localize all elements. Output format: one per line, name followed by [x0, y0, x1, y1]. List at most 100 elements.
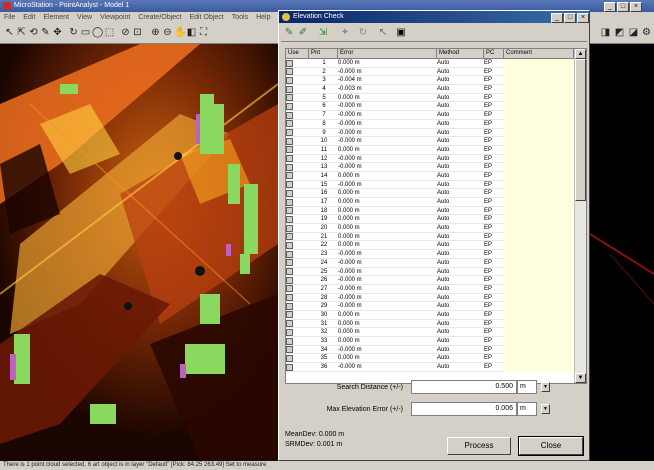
table-row[interactable]: 26 -0.000 m Auto EP [286, 276, 574, 285]
secondary-viewport[interactable] [590, 44, 654, 461]
process-button[interactable]: Process [447, 437, 511, 455]
table-row[interactable]: 3 -0.004 m Auto EP [286, 76, 574, 86]
comment-cell[interactable] [504, 180, 574, 190]
comment-cell[interactable] [504, 284, 574, 294]
use-checkbox[interactable] [286, 163, 293, 171]
menu-item[interactable]: Help [256, 14, 270, 21]
comment-cell[interactable] [504, 363, 574, 372]
comment-cell[interactable] [504, 241, 574, 251]
use-checkbox[interactable] [286, 155, 293, 163]
pan-icon[interactable]: ✋ [174, 27, 186, 38]
menu-item[interactable]: File [4, 14, 15, 21]
close-button[interactable]: Close [518, 436, 584, 456]
table-row[interactable]: 8 -0.000 m Auto EP [286, 119, 574, 129]
table-scrollbar[interactable]: ▲ ▼ [574, 49, 586, 383]
use-checkbox[interactable] [286, 129, 293, 136]
chevron-down-icon[interactable]: ▼ [541, 382, 550, 392]
dialog-titlebar[interactable]: Elevation Check _ □ × [279, 11, 589, 23]
point-cloud-viewport[interactable] [0, 44, 278, 461]
comment-cell[interactable] [504, 250, 574, 259]
table-row[interactable]: 29 -0.000 m Auto EP [286, 302, 574, 311]
table-row[interactable]: 31 0.000 m Auto EP [286, 319, 574, 329]
table-row[interactable]: 35 0.000 m Auto EP [286, 354, 574, 364]
comment-cell[interactable] [504, 293, 574, 303]
comment-cell[interactable] [504, 171, 574, 181]
comment-cell[interactable] [504, 111, 574, 120]
comment-cell[interactable] [504, 267, 574, 277]
table-row[interactable]: 30 0.000 m Auto EP [286, 310, 574, 320]
column-header-method[interactable]: Method [437, 49, 484, 58]
comment-cell[interactable] [504, 224, 574, 233]
table-row[interactable]: 6 -0.000 m Auto EP [286, 102, 574, 112]
circle-icon[interactable]: ◯ [92, 27, 103, 38]
use-checkbox[interactable] [286, 328, 293, 336]
use-checkbox[interactable] [286, 294, 293, 302]
comment-cell[interactable] [504, 76, 574, 86]
table-row[interactable]: 22 0.000 m Auto EP [286, 241, 574, 251]
table-row[interactable]: 15 -0.000 m Auto EP [286, 180, 574, 190]
use-checkbox[interactable] [286, 94, 293, 102]
use-checkbox[interactable] [286, 68, 293, 76]
use-checkbox[interactable] [286, 102, 293, 110]
use-checkbox[interactable] [286, 137, 293, 145]
zoom-out-icon[interactable]: ⊖ [162, 27, 173, 38]
comment-cell[interactable] [504, 128, 574, 138]
comment-cell[interactable] [504, 319, 574, 329]
table-row[interactable]: 4 -0.003 m Auto EP [286, 85, 574, 94]
table-row[interactable]: 33 0.000 m Auto EP [286, 337, 574, 346]
table-row[interactable]: 9 -0.000 m Auto EP [286, 128, 574, 138]
table-row[interactable]: 32 0.000 m Auto EP [286, 328, 574, 337]
pen-icon[interactable]: ✎ [40, 27, 51, 38]
table-row[interactable]: 21 0.000 m Auto EP [286, 232, 574, 242]
comment-cell[interactable] [504, 189, 574, 198]
move-icon[interactable]: ✥ [52, 27, 63, 38]
comment-cell[interactable] [504, 302, 574, 311]
comment-cell[interactable] [504, 85, 574, 94]
close-icon[interactable]: × [577, 13, 589, 23]
use-checkbox[interactable] [286, 120, 293, 128]
use-checkbox[interactable] [286, 181, 293, 189]
comment-cell[interactable] [504, 59, 574, 68]
comment-cell[interactable] [504, 345, 574, 355]
use-checkbox[interactable] [286, 311, 293, 319]
use-checkbox[interactable] [286, 198, 293, 206]
use-checkbox[interactable] [286, 207, 293, 215]
layer-icon[interactable]: ◨ [600, 27, 611, 38]
comment-cell[interactable] [504, 328, 574, 337]
column-header-pc[interactable]: PC [484, 49, 504, 58]
search-distance-input[interactable]: 0.500 [411, 380, 517, 394]
max-elevation-error-unit-select[interactable]: m [517, 402, 537, 416]
use-checkbox[interactable] [286, 337, 293, 345]
table-row[interactable]: 17 0.000 m Auto EP [286, 198, 574, 207]
use-checkbox[interactable] [286, 354, 293, 362]
menu-item[interactable]: Element [43, 14, 69, 21]
column-header-error[interactable]: Error [338, 49, 437, 58]
minimize-icon[interactable]: _ [604, 2, 616, 12]
use-checkbox[interactable] [286, 346, 293, 354]
menu-item[interactable]: Tools [232, 14, 248, 21]
table-row[interactable]: 34 -0.000 m Auto EP [286, 345, 574, 355]
minimize-icon[interactable]: _ [551, 13, 563, 23]
comment-cell[interactable] [504, 102, 574, 112]
import-icon[interactable]: ⇲ [317, 27, 329, 39]
use-checkbox[interactable] [286, 259, 293, 267]
use-checkbox[interactable] [286, 233, 293, 241]
use-checkbox[interactable] [286, 302, 293, 310]
maximize-icon[interactable]: □ [617, 2, 629, 12]
use-checkbox[interactable] [286, 241, 293, 249]
scroll-up-icon[interactable]: ▲ [575, 49, 586, 59]
column-header-comment[interactable]: Comment [504, 49, 574, 58]
fit-view-icon[interactable]: ⛶ [198, 27, 209, 38]
comment-cell[interactable] [504, 310, 574, 320]
render-icon[interactable]: ◪ [628, 27, 639, 38]
rectangle-icon[interactable]: ▭ [80, 27, 91, 38]
display-icon[interactable]: ◩ [614, 27, 625, 38]
comment-cell[interactable] [504, 93, 574, 103]
fence-icon[interactable]: ⬚ [104, 27, 115, 38]
tool-icon[interactable]: ✦ [339, 27, 351, 39]
measure-icon[interactable]: ⊘ [120, 27, 131, 38]
column-header-pnt[interactable]: Pnt [309, 49, 338, 58]
pencil-icon[interactable]: ✐ [297, 27, 309, 39]
maximize-icon[interactable]: □ [564, 13, 576, 23]
comment-cell[interactable] [504, 276, 574, 285]
